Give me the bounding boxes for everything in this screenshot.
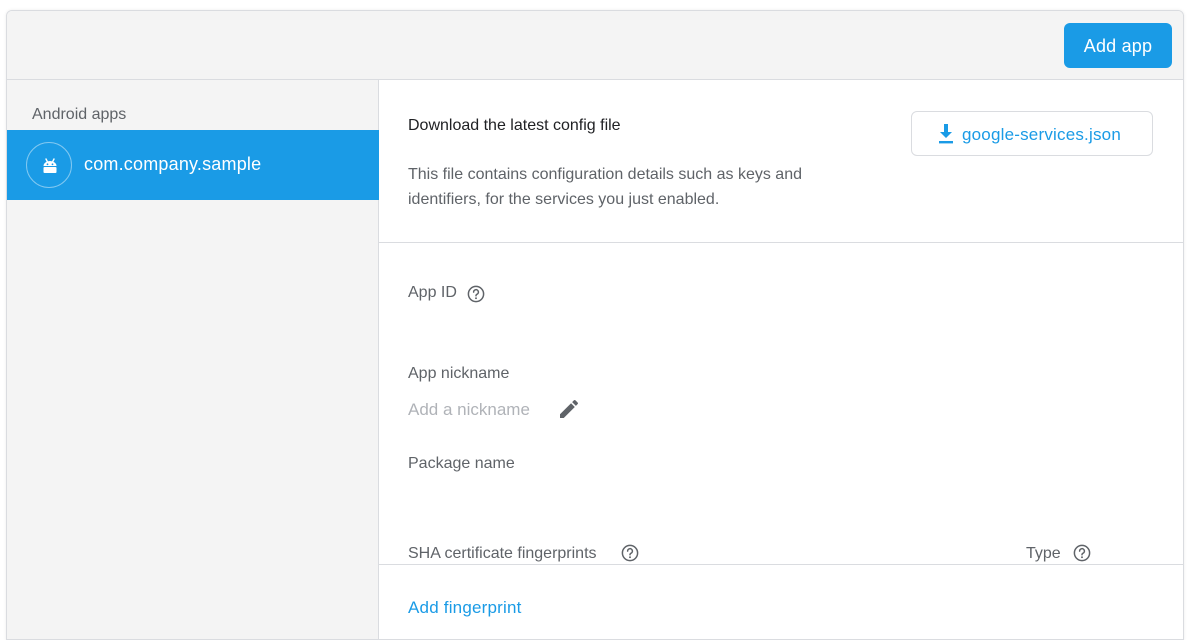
type-column-label: Type — [1026, 545, 1061, 562]
app-avatar — [26, 142, 72, 188]
fingerprint-divider — [379, 564, 1183, 565]
nickname-input[interactable]: Add a nickname — [408, 400, 530, 420]
config-description: This file contains configuration details… — [408, 166, 802, 208]
apps-sidebar: Android apps com.company.sample — [7, 80, 379, 639]
add-fingerprint-link[interactable]: Add fingerprint — [408, 598, 522, 618]
card-header: Add app — [7, 11, 1183, 80]
download-icon — [936, 123, 956, 150]
pencil-icon[interactable] — [557, 397, 581, 426]
app-nickname-label: App nickname — [408, 365, 510, 382]
sidebar-item-label: com.company.sample — [84, 154, 262, 174]
download-config-label: google-services.json — [962, 125, 1121, 144]
sidebar-heading: Android apps — [32, 106, 127, 123]
package-name-label: Package name — [408, 455, 515, 472]
app-id-label: App ID — [408, 284, 457, 301]
app-details-panel: Download the latest config file This fil… — [379, 80, 1183, 639]
config-download-section: Download the latest config file This fil… — [379, 80, 1183, 243]
sha-fingerprints-label: SHA certificate fingerprints — [408, 545, 597, 562]
add-app-button[interactable]: Add app — [1064, 23, 1172, 68]
project-apps-card: Add app Android apps com.company.sample — [6, 10, 1184, 640]
config-title: Download the latest config file — [408, 117, 621, 134]
download-config-button[interactable]: google-services.json — [911, 111, 1153, 156]
app-id-help-icon[interactable] — [467, 285, 485, 308]
sidebar-item-app[interactable]: com.company.sample — [7, 130, 379, 200]
